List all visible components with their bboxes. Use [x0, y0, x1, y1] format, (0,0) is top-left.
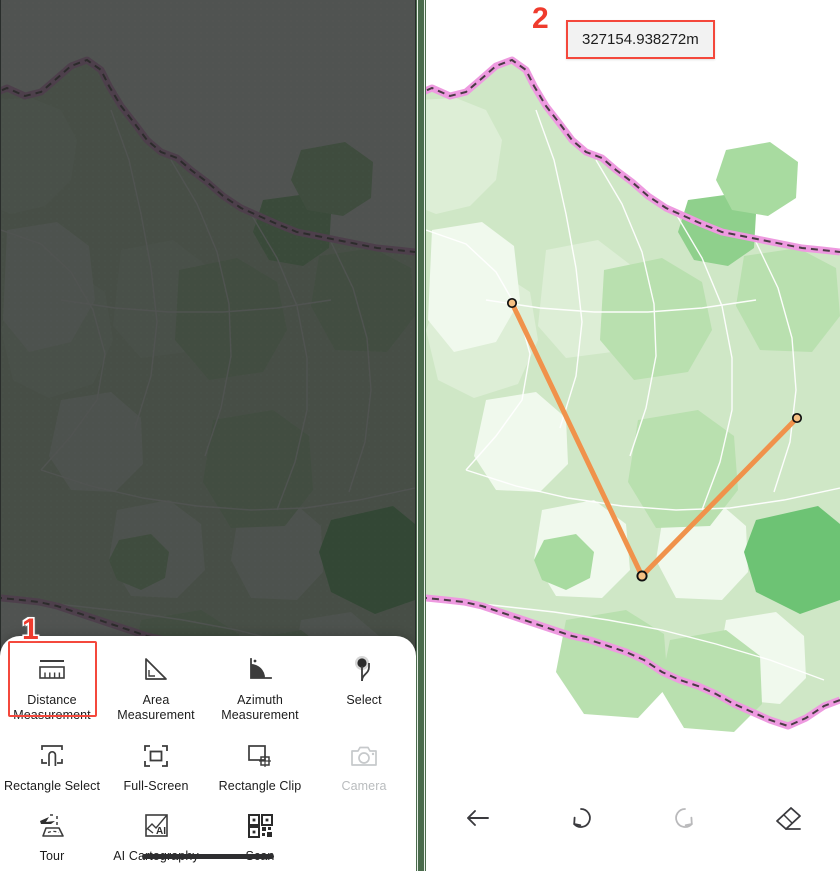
panel-divider	[416, 0, 426, 871]
arrow-left-icon	[464, 806, 492, 835]
eraser-icon	[773, 805, 803, 836]
redo-button[interactable]	[659, 799, 711, 841]
tool-full-screen[interactable]: Full-Screen	[104, 732, 208, 802]
rectangle-select-icon	[36, 738, 68, 774]
tool-label: Distance Measurement	[13, 693, 91, 722]
erase-button[interactable]	[762, 799, 814, 841]
triangle-area-icon	[140, 652, 172, 688]
ruler-icon	[35, 652, 69, 688]
qr-scan-icon	[244, 808, 276, 844]
tool-label: Select	[346, 693, 382, 707]
tool-label: Rectangle Select	[3, 779, 101, 793]
svg-text:AI: AI	[156, 826, 166, 837]
fullscreen-icon	[140, 738, 172, 774]
right-panel-map: 327154.938272m	[426, 0, 840, 871]
left-panel-dimmed-map: Distance Measurement Area Measurement Az…	[0, 0, 416, 871]
map-canvas-right[interactable]	[426, 0, 840, 871]
tool-select[interactable]: Select	[312, 646, 416, 732]
tools-bottom-sheet: Distance Measurement Area Measurement Az…	[0, 636, 416, 871]
app-screenshot: Distance Measurement Area Measurement Az…	[0, 0, 840, 871]
redo-icon	[672, 805, 698, 836]
tool-label: Area Measurement	[117, 693, 195, 722]
tool-label: Rectangle Clip	[218, 779, 302, 793]
tool-label: Full-Screen	[123, 779, 189, 793]
pin-select-icon	[348, 652, 380, 688]
tool-scan[interactable]: Scan	[208, 802, 312, 871]
map-bottom-toolbar	[426, 781, 840, 871]
tool-area-measurement[interactable]: Area Measurement	[104, 646, 208, 732]
tool-camera[interactable]: Camera	[312, 732, 416, 802]
tool-distance-measurement[interactable]: Distance Measurement	[0, 646, 104, 732]
measurement-result-chip: 327154.938272m	[566, 20, 715, 59]
tool-ai-cartography[interactable]: AI AI Cartography	[104, 802, 208, 871]
back-button[interactable]	[452, 799, 504, 841]
airplane-tour-icon	[35, 808, 69, 844]
map-regions-svg-right	[426, 0, 840, 871]
tool-rectangle-clip[interactable]: Rectangle Clip	[208, 732, 312, 802]
undo-button[interactable]	[555, 799, 607, 841]
tool-label: Tour	[39, 849, 65, 863]
tool-empty-slot	[312, 802, 416, 871]
azimuth-angle-icon	[244, 652, 276, 688]
ai-cartography-icon: AI	[140, 808, 172, 844]
tool-tour[interactable]: Tour	[0, 802, 104, 871]
rectangle-clip-icon	[244, 738, 276, 774]
tool-azimuth-measurement[interactable]: Azimuth Measurement	[208, 646, 312, 732]
tool-label: Azimuth Measurement	[221, 693, 299, 722]
tool-label: Camera	[341, 779, 387, 793]
undo-icon	[568, 805, 594, 836]
tool-rectangle-select[interactable]: Rectangle Select	[0, 732, 104, 802]
camera-icon	[348, 738, 380, 774]
home-indicator-left	[142, 854, 274, 859]
